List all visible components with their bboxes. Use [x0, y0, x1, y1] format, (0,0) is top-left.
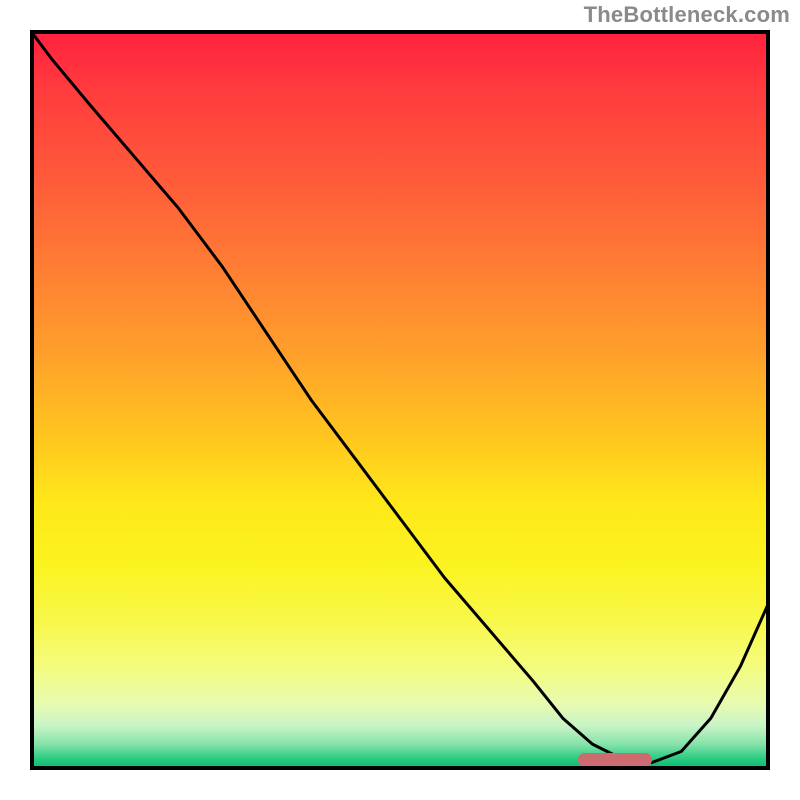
chart-container: TheBottleneck.com: [0, 0, 800, 800]
curve-layer: [30, 30, 770, 770]
bottleneck-curve: [30, 30, 770, 763]
watermark-text: TheBottleneck.com: [584, 2, 790, 28]
optimal-marker: [578, 753, 652, 767]
